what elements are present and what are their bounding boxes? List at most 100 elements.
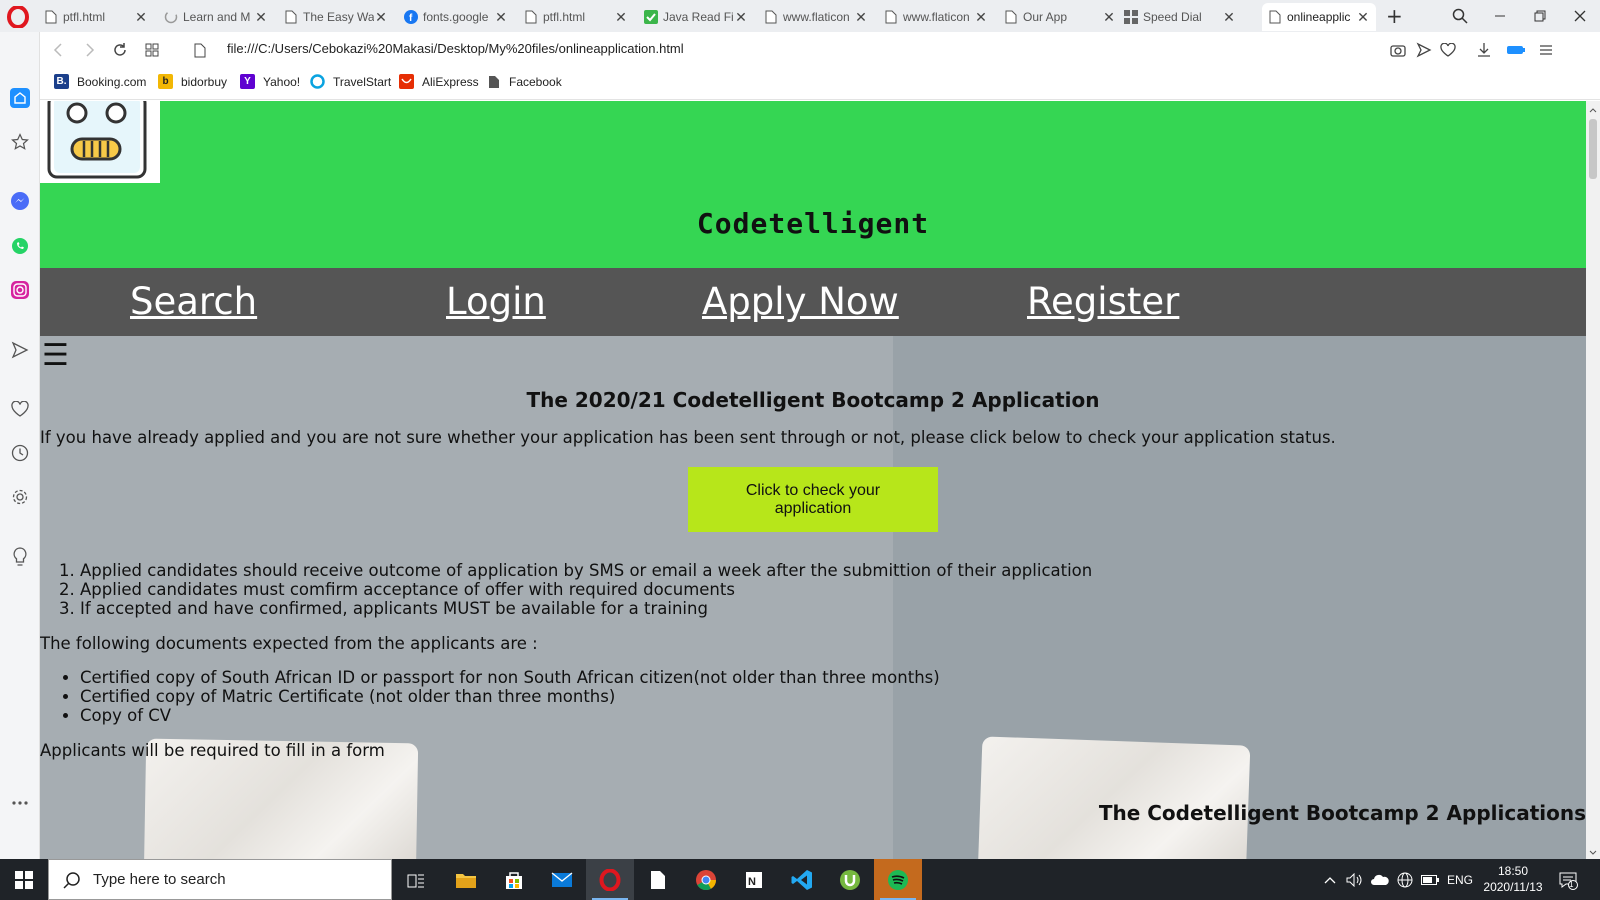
speed-dial-icon	[1124, 10, 1138, 24]
close-tab-icon[interactable]: ✕	[854, 10, 868, 24]
reload-icon[interactable]	[110, 40, 130, 60]
input-language[interactable]: ENG	[1446, 871, 1474, 889]
new-tab-button[interactable]: +	[1386, 4, 1403, 28]
taskbar-search-box[interactable]: Type here to search	[48, 859, 392, 900]
scroll-up-arrow-icon[interactable]	[1586, 104, 1600, 116]
tab-label: onlineapplic	[1287, 10, 1351, 24]
nav-link-search[interactable]: Search	[130, 280, 257, 323]
messenger-icon[interactable]	[9, 190, 31, 212]
close-tab-icon[interactable]: ✕	[134, 10, 148, 24]
forward-icon[interactable]	[80, 40, 100, 60]
bookmark-aliexpress[interactable]: AliExpress	[399, 74, 479, 89]
volume-icon[interactable]	[1346, 871, 1364, 889]
close-tab-icon[interactable]: ✕	[734, 10, 748, 24]
tab-label: ptfl.html	[63, 10, 106, 24]
tab-10-active[interactable]: onlineapplic ✕	[1262, 3, 1376, 31]
bookmark-yahoo[interactable]: Y Yahoo!	[240, 74, 300, 89]
onedrive-cloud-icon[interactable]	[1370, 871, 1390, 889]
nav-link-login[interactable]: Login	[446, 280, 546, 323]
back-icon[interactable]	[48, 40, 68, 60]
windows-start-icon[interactable]	[0, 859, 48, 900]
easy-setup-menu-icon[interactable]	[1536, 40, 1556, 60]
nav-link-apply-now[interactable]: Apply Now	[702, 280, 899, 323]
bookmark-bidorbuy[interactable]: b bidorbuy	[158, 74, 227, 89]
mail-icon[interactable]	[538, 859, 586, 900]
notepad-file-icon[interactable]	[634, 859, 682, 900]
close-tab-icon[interactable]: ✕	[1356, 10, 1370, 24]
bookmark-label: bidorbuy	[181, 74, 228, 89]
spotify-icon[interactable]	[874, 859, 922, 900]
battery-saver-icon[interactable]	[1506, 40, 1526, 60]
bookmark-booking[interactable]: B. Booking.com	[54, 74, 146, 89]
utorrent-icon[interactable]	[826, 859, 874, 900]
minimize-icon[interactable]	[1480, 4, 1520, 28]
home-icon[interactable]	[9, 87, 31, 109]
page-icon	[284, 10, 298, 24]
close-tab-icon[interactable]: ✕	[494, 10, 508, 24]
scroll-down-arrow-icon[interactable]	[1586, 847, 1600, 859]
close-tab-icon[interactable]: ✕	[614, 10, 628, 24]
bookmark-travelstart[interactable]: TravelStart	[310, 74, 391, 89]
page-scrollbar[interactable]	[1586, 101, 1600, 859]
close-tab-icon[interactable]: ✕	[974, 10, 988, 24]
vscode-icon[interactable]	[778, 859, 826, 900]
chrome-icon[interactable]	[682, 859, 730, 900]
tab-7[interactable]: www.flaticon ✕	[884, 3, 994, 31]
robot-logo[interactable]	[40, 101, 160, 183]
nav-link-register[interactable]: Register	[1027, 280, 1179, 323]
tab-2[interactable]: The Easy Wa ✕	[284, 3, 394, 31]
opera-sidebar	[0, 32, 40, 859]
list-item: Applied candidates should receive outcom…	[80, 561, 1092, 580]
settings-gear-icon[interactable]	[9, 486, 31, 508]
history-icon[interactable]	[9, 442, 31, 464]
network-globe-icon[interactable]	[1396, 871, 1414, 889]
restore-icon[interactable]	[1520, 4, 1560, 28]
page-icon	[524, 10, 538, 24]
clock-time: 18:50	[1497, 864, 1529, 878]
footer-heading: The Codetelligent Bootcamp 2 Application…	[1098, 801, 1586, 825]
file-explorer-icon[interactable]	[442, 859, 490, 900]
tab-9[interactable]: Speed Dial ✕	[1124, 3, 1242, 31]
close-tab-icon[interactable]: ✕	[1102, 10, 1116, 24]
clock-date: 2020/11/13	[1483, 880, 1543, 894]
close-tab-icon[interactable]: ✕	[254, 10, 268, 24]
show-hidden-icons-chevron-icon[interactable]	[1322, 871, 1338, 889]
tab-0[interactable]: ptfl.html ✕	[44, 3, 154, 31]
battery-icon[interactable]	[1420, 871, 1440, 889]
send-icon[interactable]	[1414, 40, 1434, 60]
system-clock[interactable]: 18:50 2020/11/13	[1478, 863, 1548, 895]
flow-send-icon[interactable]	[9, 339, 31, 361]
tab-1[interactable]: Learn and M ✕	[164, 3, 274, 31]
more-options-icon[interactable]	[9, 792, 31, 814]
opera-logo-icon[interactable]	[7, 6, 29, 28]
close-tab-icon[interactable]: ✕	[1222, 10, 1236, 24]
url-field[interactable]: file:///C:/Users/Cebokazi%20Makasi/Deskt…	[227, 41, 684, 56]
snapshot-icon[interactable]	[1388, 40, 1408, 60]
check-application-button[interactable]: Click to check your application	[688, 467, 938, 532]
microsoft-store-icon[interactable]	[490, 859, 538, 900]
hamburger-menu-icon[interactable]: ☰	[42, 341, 69, 371]
bookmark-facebook[interactable]: Facebook	[486, 74, 562, 89]
task-view-icon[interactable]	[392, 859, 440, 900]
opera-taskbar-icon[interactable]	[586, 859, 634, 900]
bookmark-label: AliExpress	[422, 74, 479, 89]
notepad-plus-plus-icon[interactable]: N	[730, 859, 778, 900]
bookmarks-sidebar-icon[interactable]	[9, 131, 31, 153]
lightbulb-icon[interactable]	[9, 546, 31, 568]
tab-4[interactable]: ptfl.html ✕	[524, 3, 634, 31]
whatsapp-icon[interactable]	[9, 235, 31, 257]
personal-news-heart-icon[interactable]	[9, 398, 31, 420]
heart-icon[interactable]	[1438, 40, 1458, 60]
action-center-notification-icon[interactable]: 1	[1556, 869, 1580, 891]
tab-3[interactable]: f fonts.google ✕	[404, 3, 514, 31]
scrollbar-thumb[interactable]	[1589, 119, 1597, 179]
tab-5[interactable]: Java Read Fi ✕	[644, 3, 754, 31]
instagram-icon[interactable]	[9, 279, 31, 301]
download-icon[interactable]	[1474, 40, 1494, 60]
speed-dial-grid-icon[interactable]	[142, 40, 162, 60]
tab-6[interactable]: www.flaticon ✕	[764, 3, 874, 31]
tab-8[interactable]: Our App ✕	[1004, 3, 1122, 31]
close-window-icon[interactable]	[1560, 4, 1600, 28]
tab-search-icon[interactable]	[1440, 4, 1480, 28]
close-tab-icon[interactable]: ✕	[374, 10, 388, 24]
